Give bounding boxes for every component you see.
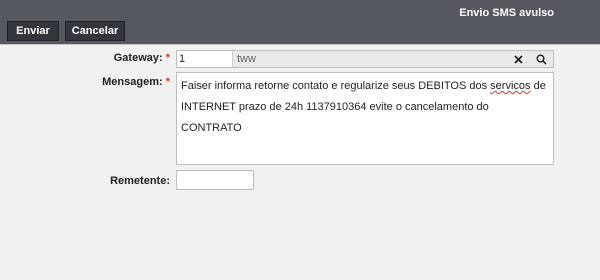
- sender-input[interactable]: [176, 170, 254, 190]
- cancel-button[interactable]: Cancelar: [65, 21, 125, 41]
- window-title: Envio SMS avulso: [459, 7, 554, 19]
- gateway-id-input[interactable]: 1: [177, 51, 233, 67]
- message-textarea[interactable]: Faiser informa retorne contato e regular…: [176, 72, 554, 165]
- message-label: Mensagem: *: [90, 76, 170, 88]
- search-icon[interactable]: [533, 51, 549, 67]
- message-label-text: Mensagem:: [102, 76, 163, 88]
- title-bar: Envio SMS avulso Enviar Cancelar: [0, 0, 600, 44]
- close-icon[interactable]: [511, 51, 525, 67]
- divider: [0, 44, 600, 45]
- sender-label: Remetente:: [110, 175, 170, 187]
- required-marker: *: [165, 76, 170, 88]
- gateway-lookup-field: 1 tww: [176, 50, 554, 68]
- gateway-name-display: tww: [237, 53, 256, 65]
- gateway-label: Gateway: *: [100, 52, 170, 64]
- send-button[interactable]: Enviar: [7, 21, 59, 41]
- misspelled-word: servicos: [490, 80, 531, 92]
- gateway-label-text: Gateway:: [113, 52, 163, 64]
- message-text: Faiser informa retorne contato e regular…: [181, 80, 491, 92]
- required-marker: *: [165, 52, 170, 64]
